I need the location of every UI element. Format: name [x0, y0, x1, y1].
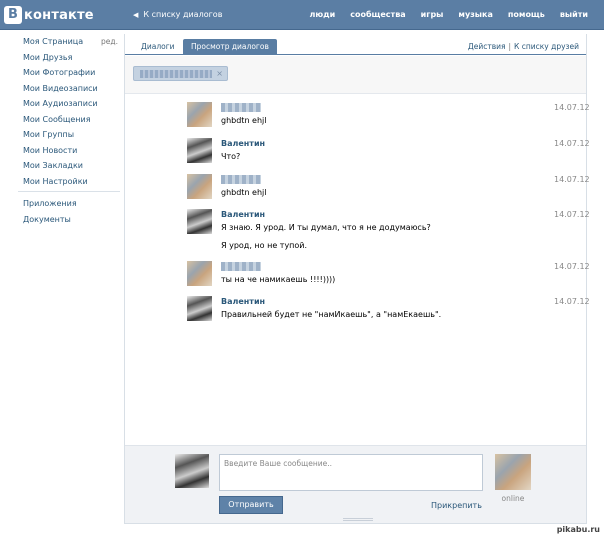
sidebar-item-settings[interactable]: Мои Настройки	[18, 174, 120, 190]
sidebar-item-messages[interactable]: Мои Сообщения	[18, 112, 120, 128]
message-text: Правильней будет не "намИкаешь", а "намЕ…	[221, 310, 442, 319]
sidebar-item-label: Мои Друзья	[23, 52, 73, 62]
recipient-chip[interactable]: ×	[133, 66, 228, 81]
message-item: Валентин Я знаю. Я урод. И ты думал, что…	[187, 209, 590, 257]
left-sidebar: Моя Страница ред. Мои Друзья Мои Фотогра…	[18, 34, 120, 227]
tab-actions-group: Действия | К списку друзей	[468, 42, 579, 51]
avatar[interactable]	[187, 296, 212, 321]
nav-people[interactable]: люди	[310, 10, 336, 19]
message-item: Валентин Что? 14.07.12	[187, 138, 590, 168]
avatar[interactable]	[187, 138, 212, 163]
tab-view-dialogs[interactable]: Просмотр диалогов	[183, 39, 277, 55]
sidebar-item-label: Мои Фотографии	[23, 68, 96, 77]
author-name[interactable]: Валентин	[221, 297, 265, 306]
sidebar-item-label: Приложения	[23, 199, 77, 208]
sidebar-item-audio[interactable]: Мои Аудиозаписи	[18, 96, 120, 112]
sidebar-item-apps[interactable]: Приложения	[18, 196, 120, 212]
sidebar-item-videos[interactable]: Мои Видеозаписи	[18, 81, 120, 97]
avatar[interactable]	[187, 102, 212, 127]
message-text: Я урод, но не тупой.	[221, 241, 308, 250]
tab-dialogs[interactable]: Диалоги	[133, 39, 183, 55]
message-date: 14.07.12	[554, 210, 590, 219]
sidebar-item-photos[interactable]: Мои Фотографии	[18, 65, 120, 81]
watermark: pikabu.ru	[556, 525, 600, 534]
message-date: 14.07.12	[554, 262, 590, 271]
message-date: 14.07.12	[554, 139, 590, 148]
back-to-dialogs-link[interactable]: ◀ К списку диалогов	[133, 10, 222, 19]
sidebar-item-documents[interactable]: Документы	[18, 212, 120, 228]
sidebar-item-label: Мои Сообщения	[23, 114, 91, 124]
sidebar-item-news[interactable]: Мои Новости	[18, 143, 120, 159]
resize-grip[interactable]	[343, 518, 373, 521]
message-item: ghbdtn ehjl 14.07.12	[187, 174, 590, 204]
message-date: 14.07.12	[554, 297, 590, 306]
nav-music[interactable]: музыка	[458, 10, 492, 19]
arrow-left-icon: ◀	[133, 10, 139, 19]
nav-communities[interactable]: сообщества	[350, 10, 405, 19]
vk-logo-text: контакте	[24, 7, 94, 23]
compose-area: online Отправить Прикрепить	[125, 445, 586, 523]
actions-separator: |	[508, 42, 512, 51]
sidebar-item-groups[interactable]: Мои Группы	[18, 127, 120, 143]
sidebar-item-label: Документы	[23, 214, 71, 224]
message-item: ghbdtn ehjl 14.07.12	[187, 102, 590, 132]
sidebar-item-bookmarks[interactable]: Мои Закладки	[18, 158, 120, 174]
peer-avatar[interactable]	[495, 454, 531, 490]
message-text: Что?	[221, 152, 241, 161]
sidebar-item-label: Мои Настройки	[23, 176, 88, 186]
author-name-blurred[interactable]	[221, 175, 261, 184]
message-date: 14.07.12	[554, 175, 590, 184]
sidebar-item-friends[interactable]: Мои Друзья	[18, 50, 120, 66]
actions-link[interactable]: Действия	[468, 42, 506, 51]
tab-bar: Диалоги Просмотр диалогов Действия | К с…	[125, 34, 586, 55]
attach-link[interactable]: Прикрепить	[431, 501, 482, 510]
message-text: ghbdtn ehjl	[221, 116, 267, 125]
sidebar-item-label: Мои Аудиозаписи	[23, 99, 98, 108]
author-name[interactable]: Валентин	[221, 210, 265, 219]
edit-link[interactable]: ред.	[101, 34, 120, 50]
close-icon[interactable]: ×	[216, 69, 223, 78]
vk-logo[interactable]: В контакте	[4, 6, 94, 24]
sidebar-item-label: Мои Закладки	[23, 161, 83, 170]
top-header: В контакте ◀ К списку диалогов люди сооб…	[0, 0, 604, 30]
message-item: ты на че намикаешь !!!!)))) 14.07.12	[187, 261, 590, 291]
dialog-panel: Диалоги Просмотр диалогов Действия | К с…	[124, 34, 590, 524]
message-item: Валентин Правильней будет не "намИкаешь"…	[187, 296, 590, 326]
message-text: Я знаю. Я урод. И ты думал, что я не дод…	[221, 223, 431, 232]
sidebar-divider	[18, 191, 120, 192]
recipient-name-blurred	[140, 70, 212, 78]
message-date: 14.07.12	[554, 103, 590, 112]
sidebar-item-my-page[interactable]: Моя Страница ред.	[18, 34, 120, 50]
sidebar-item-label: Мои Группы	[23, 130, 75, 139]
vk-logo-mark: В	[4, 6, 22, 24]
sidebar-item-label: Моя Страница	[23, 37, 84, 46]
to-friends-link[interactable]: К списку друзей	[514, 42, 579, 51]
send-button[interactable]: Отправить	[219, 496, 283, 514]
author-name-blurred[interactable]	[221, 103, 261, 112]
back-to-dialogs-label: К списку диалогов	[143, 10, 223, 19]
sidebar-item-label: Мои Новости	[23, 145, 78, 155]
nav-games[interactable]: игры	[421, 10, 444, 19]
avatar[interactable]	[187, 261, 212, 286]
avatar[interactable]	[187, 174, 212, 199]
top-nav: люди сообщества игры музыка помощь выйти	[310, 10, 588, 19]
message-input[interactable]	[219, 454, 483, 491]
my-avatar[interactable]	[175, 454, 209, 488]
peer-online-status: online	[501, 494, 525, 503]
message-text: ghbdtn ehjl	[221, 188, 267, 197]
nav-logout[interactable]: выйти	[560, 10, 588, 19]
nav-help[interactable]: помощь	[508, 10, 545, 19]
avatar[interactable]	[187, 209, 212, 234]
author-name-blurred[interactable]	[221, 262, 261, 271]
author-name[interactable]: Валентин	[221, 139, 265, 148]
recipient-bar: ×	[125, 56, 586, 94]
message-text: ты на че намикаешь !!!!))))	[221, 275, 336, 284]
sidebar-item-label: Мои Видеозаписи	[23, 83, 98, 93]
